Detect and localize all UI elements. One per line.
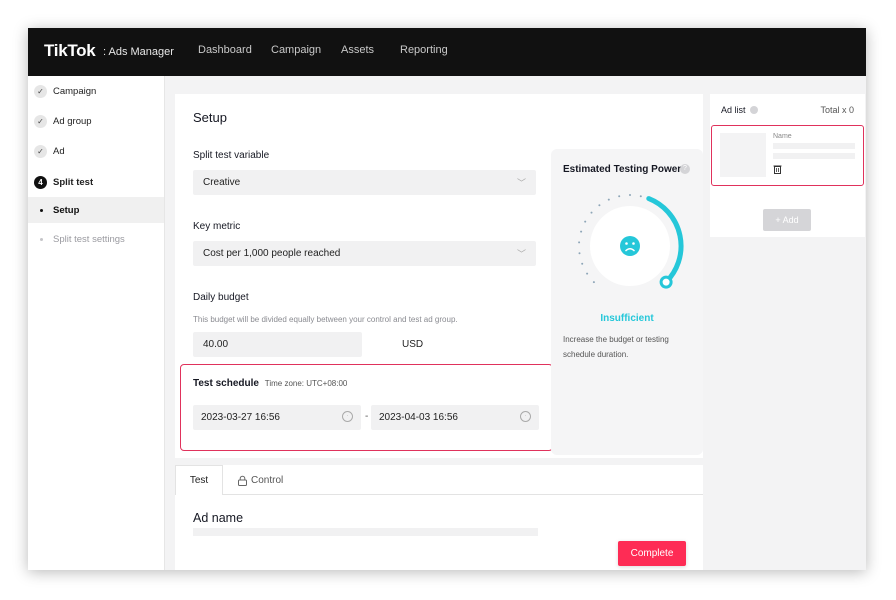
bullet-icon — [40, 238, 43, 241]
input-value: 2023-03-27 16:56 — [201, 412, 280, 423]
ad-list-item[interactable]: Name — [711, 125, 864, 186]
test-schedule-heading: Test schedule Time zone: UTC+08:00 — [193, 378, 347, 389]
split-test-variable-label: Split test variable — [193, 150, 270, 161]
gauge-track-dot — [581, 262, 584, 265]
step-label: Campaign — [53, 85, 97, 97]
split-test-variable-select[interactable]: Creative ﹀ — [193, 170, 536, 195]
ad-list-title-row: Ad list — [721, 105, 759, 115]
ad-thumbnail — [720, 133, 766, 177]
ad-name-label: Name — [773, 133, 792, 140]
creation-steps-sidebar: ✓ Campaign ✓ Ad group ✓ Ad 4 Split test … — [28, 76, 165, 570]
nav-campaign[interactable]: Campaign — [271, 44, 321, 56]
testing-power-help: Increase the budget or testing schedule … — [563, 332, 669, 362]
subitem-label: Setup — [53, 205, 80, 216]
chevron-down-icon: ﹀ — [516, 178, 526, 188]
check-icon: ✓ — [34, 114, 47, 128]
daily-budget-help: This budget will be divided equally betw… — [193, 315, 458, 324]
ad-list-total: Total x 0 — [820, 105, 854, 115]
nav-dashboard[interactable]: Dashboard — [198, 44, 252, 56]
end-date-input[interactable]: 2023-04-03 16:56 · — [371, 405, 539, 430]
ads-manager-window: TikTok : Ads Manager Dashboard Campaign … — [28, 28, 866, 570]
chevron-down-icon: ﹀ — [516, 249, 526, 259]
ad-list-add-panel: + Add — [710, 202, 865, 237]
gauge-track-dot — [639, 195, 642, 198]
timezone-label: Time zone: UTC+08:00 — [264, 379, 348, 388]
ad-name-placeholder — [773, 153, 855, 159]
gauge-track-dot — [584, 220, 587, 223]
lock-icon — [238, 475, 247, 486]
date-range-separator: - — [365, 411, 369, 422]
gauge-track-dot — [607, 198, 610, 201]
complete-button[interactable]: Complete — [618, 541, 686, 566]
help-line: Increase the budget or testing — [563, 335, 669, 344]
help-line: schedule duration. — [563, 350, 629, 359]
step-label: Ad group — [53, 115, 92, 127]
gauge-track-dot — [578, 252, 581, 255]
setup-title: Setup — [193, 110, 227, 125]
ad-name-title: Ad name — [193, 511, 244, 525]
testing-power-title: Estimated Testing Power — [563, 164, 682, 175]
sidebar-subitem-setup[interactable]: Setup — [40, 205, 79, 216]
step-label: Ad — [53, 145, 65, 157]
input-value: 2023-04-03 16:56 — [379, 412, 458, 423]
check-icon: ✓ — [34, 144, 47, 158]
help-icon[interactable]: ? — [680, 164, 690, 174]
check-icon: ✓ — [34, 84, 47, 98]
tab-label: Control — [251, 474, 284, 486]
clock-icon: · — [520, 411, 531, 422]
trash-icon[interactable] — [773, 164, 782, 174]
step-label: Split test — [53, 176, 94, 188]
key-metric-label: Key metric — [193, 221, 241, 232]
step-split-test[interactable]: 4 Split test — [34, 172, 93, 192]
currency-label: USD — [402, 339, 424, 350]
ads-manager-label: : Ads Manager — [103, 46, 174, 58]
tiktok-logo[interactable]: TikTok — [44, 41, 96, 61]
gauge-track-dot — [590, 211, 593, 214]
daily-budget-input[interactable]: 40.00 — [193, 332, 362, 357]
ad-list-panel: Ad list Total x 0 Name — [710, 94, 865, 204]
select-value: Creative — [203, 177, 241, 188]
testing-power-gauge — [578, 194, 684, 289]
testing-power-status: Insufficient — [600, 313, 654, 324]
key-metric-select[interactable]: Cost per 1,000 people reached ﹀ — [193, 241, 536, 266]
select-value: Cost per 1,000 people reached — [203, 248, 341, 259]
gauge-track-dot — [586, 272, 589, 275]
test-schedule-section: Test schedule Time zone: UTC+08:00 2023-… — [180, 364, 553, 451]
nav-assets[interactable]: Assets — [341, 44, 374, 56]
tabs-divider — [223, 494, 703, 495]
sad-face-eye — [632, 242, 635, 245]
clock-icon: · — [342, 411, 353, 422]
testing-power-panel: Estimated Testing Power ? Insufficient I… — [551, 149, 703, 455]
bullet-icon — [40, 209, 43, 212]
subitem-label: Split test settings — [53, 234, 125, 245]
tab-control[interactable]: Control — [237, 465, 283, 495]
start-date-input[interactable]: 2023-03-27 16:56 · — [193, 405, 361, 430]
gauge-track-dot — [578, 241, 581, 244]
daily-budget-label: Daily budget — [193, 292, 249, 303]
nav-reporting[interactable]: Reporting — [400, 44, 448, 56]
input-value: 40.00 — [203, 339, 229, 350]
gauge-track-dot — [592, 281, 595, 284]
tab-test[interactable]: Test — [175, 465, 223, 495]
step-campaign[interactable]: ✓ Campaign — [34, 81, 96, 101]
add-ad-button[interactable]: + Add — [763, 209, 811, 231]
top-navigation-bar: TikTok : Ads Manager Dashboard Campaign … — [28, 28, 866, 76]
setup-card: Setup Split test variable Creative ﹀ Key… — [175, 94, 703, 458]
gauge-track-dot — [598, 204, 601, 207]
step-number-badge: 4 — [34, 175, 47, 189]
ad-list-title: Ad list — [721, 105, 746, 115]
sad-face-icon — [620, 236, 640, 256]
gauge-track-dot — [629, 194, 631, 196]
sidebar-subitem-split-test-settings[interactable]: Split test settings — [40, 234, 125, 245]
help-icon[interactable] — [750, 106, 759, 114]
step-ad-group[interactable]: ✓ Ad group — [34, 111, 92, 131]
gauge-track-dot — [580, 230, 583, 233]
ad-name-placeholder — [773, 143, 855, 149]
sad-face-eye — [625, 242, 628, 245]
test-schedule-label: Test schedule — [193, 378, 259, 389]
ad-name-input[interactable] — [193, 528, 538, 536]
step-ad[interactable]: ✓ Ad — [34, 141, 65, 161]
gauge-track-dot — [618, 195, 621, 198]
gauge-knob — [659, 275, 673, 289]
